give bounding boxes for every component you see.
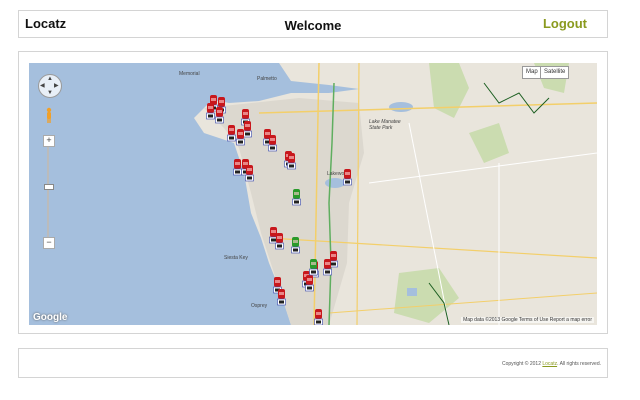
vehicle-marker-red[interactable] — [206, 103, 215, 120]
zoom-slider-track[interactable] — [47, 147, 49, 237]
place-label: Memorial — [179, 71, 200, 77]
zoom-in-button[interactable]: + — [43, 135, 55, 147]
vehicle-marker-red[interactable] — [236, 129, 245, 146]
logout-link[interactable]: Logout — [543, 16, 587, 31]
map-type-satellite-button[interactable]: Satellite — [540, 66, 570, 79]
vehicle-marker-green[interactable] — [292, 189, 301, 206]
vehicle-marker-red[interactable] — [343, 169, 352, 186]
footer-locatz-link[interactable]: Locatz — [542, 361, 557, 367]
vehicle-marker-red[interactable] — [277, 289, 286, 306]
street-view-pegman-icon[interactable] — [45, 107, 53, 123]
vehicle-marker-red[interactable] — [215, 107, 224, 124]
place-label: Palmetto — [257, 76, 277, 82]
place-label: Siesta Key — [224, 255, 248, 261]
vehicle-marker-red[interactable] — [245, 165, 254, 182]
zoom-slider-handle[interactable] — [44, 184, 54, 190]
vehicle-marker-red[interactable] — [314, 309, 323, 325]
vehicle-marker-red[interactable] — [287, 153, 296, 170]
map-view[interactable]: ▲ ▼ ◀ ▶ + − Map Satellite Palmetto Memor… — [29, 63, 597, 325]
google-logo[interactable]: Google — [33, 312, 67, 323]
vehicle-marker-green[interactable] — [309, 259, 318, 276]
vehicle-marker-red[interactable] — [227, 125, 236, 142]
copyright-text: Copyright © 2012 Locatz. All rights rese… — [502, 361, 601, 367]
vehicle-marker-green[interactable] — [291, 237, 300, 254]
footer-bar: Copyright © 2012 Locatz. All rights rese… — [18, 348, 608, 378]
vehicle-marker-red[interactable] — [305, 275, 314, 292]
zoom-out-button[interactable]: − — [43, 237, 55, 249]
map-panel: ▲ ▼ ◀ ▶ + − Map Satellite Palmetto Memor… — [18, 51, 608, 334]
vehicle-marker-red[interactable] — [323, 259, 332, 276]
page-title: Welcome — [284, 18, 342, 33]
place-label: Lake Manatee State Park — [369, 119, 401, 131]
pan-control[interactable]: ▲ ▼ ◀ ▶ — [38, 74, 62, 98]
vehicle-marker-red[interactable] — [268, 135, 277, 152]
header-bar: Locatz Welcome Logout — [18, 10, 608, 38]
map-type-map-button[interactable]: Map — [522, 66, 542, 79]
copyright-prefix: Copyright © 2012 — [501, 361, 541, 367]
vehicle-marker-red[interactable] — [275, 233, 284, 250]
copyright-suffix: . All rights reserved. — [557, 361, 601, 367]
map-attribution[interactable]: Map data ©2013 Google Terms of Use Repor… — [461, 317, 594, 323]
place-label: Osprey — [251, 303, 268, 309]
